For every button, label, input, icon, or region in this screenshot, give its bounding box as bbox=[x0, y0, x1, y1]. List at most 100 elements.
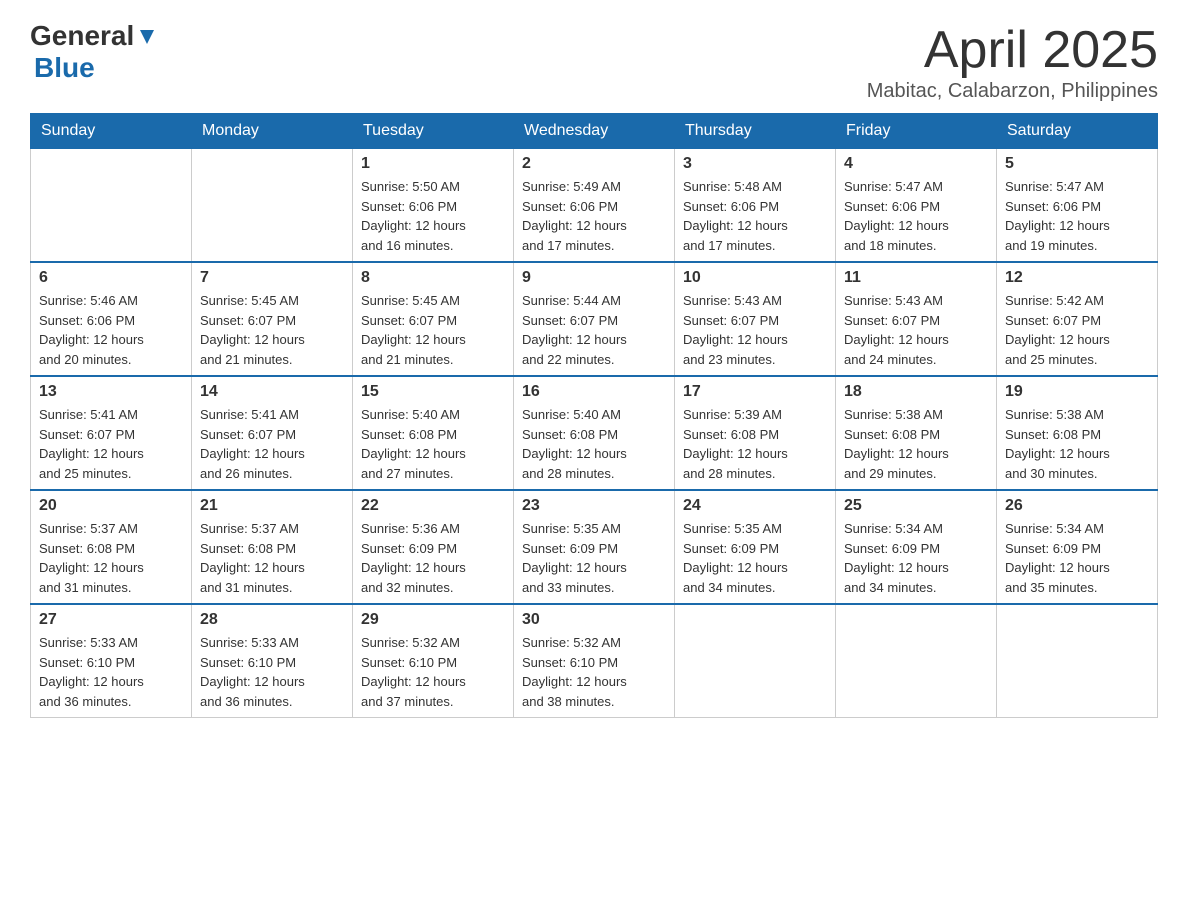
day-info: Sunrise: 5:40 AM Sunset: 6:08 PM Dayligh… bbox=[522, 405, 666, 483]
day-info: Sunrise: 5:34 AM Sunset: 6:09 PM Dayligh… bbox=[1005, 519, 1149, 597]
day-number: 11 bbox=[844, 269, 988, 287]
day-number: 7 bbox=[200, 269, 344, 287]
calendar-cell: 14Sunrise: 5:41 AM Sunset: 6:07 PM Dayli… bbox=[192, 376, 353, 490]
weekday-header-tuesday: Tuesday bbox=[353, 114, 514, 149]
calendar-cell: 16 Sunrise: 5:40 AM Sunset: 6:08 PM Dayli… bbox=[514, 376, 675, 490]
day-number: 2 bbox=[522, 155, 666, 173]
day-number: 16 bbox=[522, 383, 666, 401]
title-block: April 2025 Mabitac, Calabarzon, Philippi… bbox=[867, 20, 1158, 103]
day-number: 22 bbox=[361, 497, 505, 515]
calendar-week-5: 27Sunrise: 5:33 AM Sunset: 6:10 PM Dayli… bbox=[31, 604, 1158, 718]
day-info: Sunrise: 5:38 AM Sunset: 6:08 PM Dayligh… bbox=[844, 405, 988, 483]
calendar-cell: 25 Sunrise: 5:34 AM Sunset: 6:09 PM Dayli… bbox=[836, 490, 997, 604]
day-number: 6 bbox=[39, 269, 183, 287]
weekday-header-monday: Monday bbox=[192, 114, 353, 149]
calendar-cell: 11Sunrise: 5:43 AM Sunset: 6:07 PM Dayli… bbox=[836, 262, 997, 376]
day-info: Sunrise: 5:44 AM Sunset: 6:07 PM Dayligh… bbox=[522, 291, 666, 369]
day-number: 3 bbox=[683, 155, 827, 173]
day-info: Sunrise: 5:45 AM Sunset: 6:07 PM Dayligh… bbox=[361, 291, 505, 369]
day-number: 20 bbox=[39, 497, 183, 515]
calendar-cell: 21 Sunrise: 5:37 AM Sunset: 6:08 PM Dayli… bbox=[192, 490, 353, 604]
calendar-cell: 13Sunrise: 5:41 AM Sunset: 6:07 PM Dayli… bbox=[31, 376, 192, 490]
day-number: 9 bbox=[522, 269, 666, 287]
day-number: 15 bbox=[361, 383, 505, 401]
day-info: Sunrise: 5:40 AM Sunset: 6:08 PM Dayligh… bbox=[361, 405, 505, 483]
calendar-cell: 19Sunrise: 5:38 AM Sunset: 6:08 PM Dayli… bbox=[997, 376, 1158, 490]
weekday-header-saturday: Saturday bbox=[997, 114, 1158, 149]
weekday-header-wednesday: Wednesday bbox=[514, 114, 675, 149]
calendar-cell: 22 Sunrise: 5:36 AM Sunset: 6:09 PM Dayli… bbox=[353, 490, 514, 604]
day-info: Sunrise: 5:46 AM Sunset: 6:06 PM Dayligh… bbox=[39, 291, 183, 369]
day-number: 21 bbox=[200, 497, 344, 515]
calendar-cell: 17Sunrise: 5:39 AM Sunset: 6:08 PM Dayli… bbox=[675, 376, 836, 490]
calendar-cell: 26Sunrise: 5:34 AM Sunset: 6:09 PM Dayli… bbox=[997, 490, 1158, 604]
day-info: Sunrise: 5:32 AM Sunset: 6:10 PM Dayligh… bbox=[522, 633, 666, 711]
day-info: Sunrise: 5:47 AM Sunset: 6:06 PM Dayligh… bbox=[844, 177, 988, 255]
calendar-cell bbox=[675, 604, 836, 718]
page-header: General Blue April 2025 Mabitac, Calabar… bbox=[30, 20, 1158, 103]
day-info: Sunrise: 5:50 AM Sunset: 6:06 PM Dayligh… bbox=[361, 177, 505, 255]
day-number: 4 bbox=[844, 155, 988, 173]
day-number: 24 bbox=[683, 497, 827, 515]
day-info: Sunrise: 5:35 AM Sunset: 6:09 PM Dayligh… bbox=[683, 519, 827, 597]
calendar-cell: 10Sunrise: 5:43 AM Sunset: 6:07 PM Dayli… bbox=[675, 262, 836, 376]
calendar-cell: 4 Sunrise: 5:47 AM Sunset: 6:06 PM Daylig… bbox=[836, 149, 997, 263]
calendar-cell bbox=[836, 604, 997, 718]
calendar-cell: 28 Sunrise: 5:33 AM Sunset: 6:10 PM Dayli… bbox=[192, 604, 353, 718]
calendar-cell: 5 Sunrise: 5:47 AM Sunset: 6:06 PM Daylig… bbox=[997, 149, 1158, 263]
calendar-cell: 3Sunrise: 5:48 AM Sunset: 6:06 PM Daylig… bbox=[675, 149, 836, 263]
calendar-cell bbox=[192, 149, 353, 263]
day-number: 29 bbox=[361, 611, 505, 629]
day-info: Sunrise: 5:47 AM Sunset: 6:06 PM Dayligh… bbox=[1005, 177, 1149, 255]
logo-blue: Blue bbox=[32, 52, 95, 84]
day-number: 10 bbox=[683, 269, 827, 287]
calendar-cell bbox=[31, 149, 192, 263]
day-number: 5 bbox=[1005, 155, 1149, 173]
day-info: Sunrise: 5:36 AM Sunset: 6:09 PM Dayligh… bbox=[361, 519, 505, 597]
day-number: 25 bbox=[844, 497, 988, 515]
day-info: Sunrise: 5:33 AM Sunset: 6:10 PM Dayligh… bbox=[39, 633, 183, 711]
day-number: 28 bbox=[200, 611, 344, 629]
calendar-cell bbox=[997, 604, 1158, 718]
calendar-body: 1 Sunrise: 5:50 AM Sunset: 6:06 PM Daylig… bbox=[31, 149, 1158, 718]
calendar-cell: 9 Sunrise: 5:44 AM Sunset: 6:07 PM Daylig… bbox=[514, 262, 675, 376]
day-info: Sunrise: 5:39 AM Sunset: 6:08 PM Dayligh… bbox=[683, 405, 827, 483]
calendar-cell: 12Sunrise: 5:42 AM Sunset: 6:07 PM Dayli… bbox=[997, 262, 1158, 376]
weekday-header-sunday: Sunday bbox=[31, 114, 192, 149]
day-info: Sunrise: 5:32 AM Sunset: 6:10 PM Dayligh… bbox=[361, 633, 505, 711]
day-info: Sunrise: 5:37 AM Sunset: 6:08 PM Dayligh… bbox=[200, 519, 344, 597]
day-info: Sunrise: 5:49 AM Sunset: 6:06 PM Dayligh… bbox=[522, 177, 666, 255]
day-info: Sunrise: 5:34 AM Sunset: 6:09 PM Dayligh… bbox=[844, 519, 988, 597]
calendar-cell: 6 Sunrise: 5:46 AM Sunset: 6:06 PM Daylig… bbox=[31, 262, 192, 376]
logo-triangle-icon bbox=[136, 26, 158, 48]
calendar-cell: 1 Sunrise: 5:50 AM Sunset: 6:06 PM Daylig… bbox=[353, 149, 514, 263]
calendar-week-3: 13 Sunrise: 5:41 AM Sunset: 6:07 PM Dayli… bbox=[31, 376, 1158, 490]
calendar-cell: 23Sunrise: 5:35 AM Sunset: 6:09 PM Dayli… bbox=[514, 490, 675, 604]
day-info: Sunrise: 5:42 AM Sunset: 6:07 PM Dayligh… bbox=[1005, 291, 1149, 369]
logo: General Blue bbox=[30, 20, 158, 84]
day-info: Sunrise: 5:37 AM Sunset: 6:08 PM Dayligh… bbox=[39, 519, 183, 597]
calendar-week-4: 20 Sunrise: 5:37 AM Sunset: 6:08 PM Dayli… bbox=[31, 490, 1158, 604]
day-number: 19 bbox=[1005, 383, 1149, 401]
logo-general: General bbox=[30, 20, 134, 52]
calendar-cell: 8 Sunrise: 5:45 AM Sunset: 6:07 PM Daylig… bbox=[353, 262, 514, 376]
day-number: 13 bbox=[39, 383, 183, 401]
day-number: 1 bbox=[361, 155, 505, 173]
page-title: April 2025 bbox=[867, 20, 1158, 80]
day-info: Sunrise: 5:45 AM Sunset: 6:07 PM Dayligh… bbox=[200, 291, 344, 369]
calendar-table: SundayMondayTuesdayWednesdayThursdayFrid… bbox=[30, 113, 1158, 718]
calendar-cell: 29 Sunrise: 5:32 AM Sunset: 6:10 PM Dayli… bbox=[353, 604, 514, 718]
day-number: 8 bbox=[361, 269, 505, 287]
day-info: Sunrise: 5:41 AM Sunset: 6:07 PM Dayligh… bbox=[200, 405, 344, 483]
day-number: 18 bbox=[844, 383, 988, 401]
calendar-cell: 30Sunrise: 5:32 AM Sunset: 6:10 PM Dayli… bbox=[514, 604, 675, 718]
calendar-header: SundayMondayTuesdayWednesdayThursdayFrid… bbox=[31, 114, 1158, 149]
day-number: 23 bbox=[522, 497, 666, 515]
weekday-header-thursday: Thursday bbox=[675, 114, 836, 149]
calendar-cell: 27Sunrise: 5:33 AM Sunset: 6:10 PM Dayli… bbox=[31, 604, 192, 718]
page-subtitle: Mabitac, Calabarzon, Philippines bbox=[867, 80, 1158, 103]
day-info: Sunrise: 5:33 AM Sunset: 6:10 PM Dayligh… bbox=[200, 633, 344, 711]
calendar-cell: 24 Sunrise: 5:35 AM Sunset: 6:09 PM Dayli… bbox=[675, 490, 836, 604]
calendar-cell: 18 Sunrise: 5:38 AM Sunset: 6:08 PM Dayli… bbox=[836, 376, 997, 490]
calendar-week-1: 1 Sunrise: 5:50 AM Sunset: 6:06 PM Daylig… bbox=[31, 149, 1158, 263]
